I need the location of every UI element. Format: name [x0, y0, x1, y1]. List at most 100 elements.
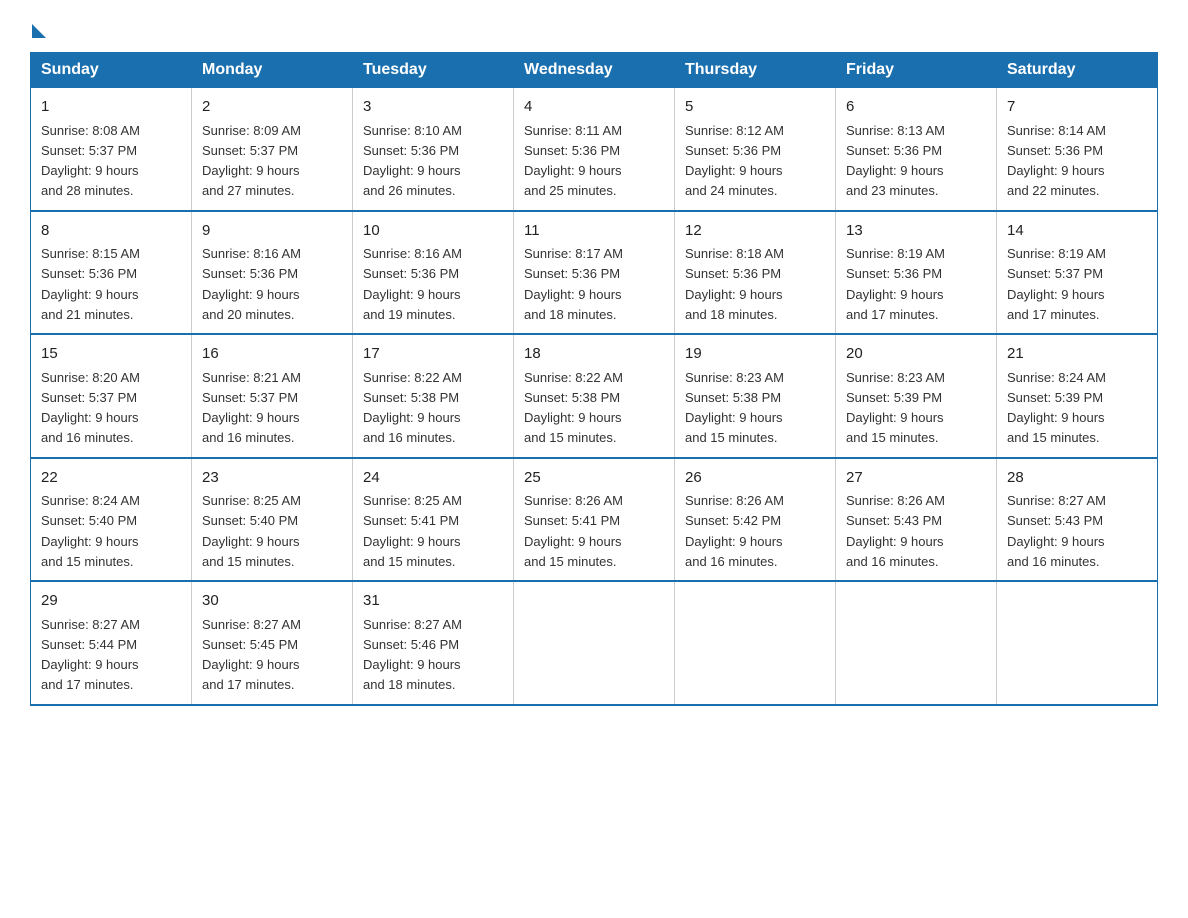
day-info: Sunrise: 8:27 AMSunset: 5:45 PMDaylight:… — [202, 617, 301, 693]
calendar-cell: 11 Sunrise: 8:17 AMSunset: 5:36 PMDaylig… — [514, 211, 675, 335]
calendar-cell — [836, 581, 997, 705]
calendar-cell: 19 Sunrise: 8:23 AMSunset: 5:38 PMDaylig… — [675, 334, 836, 458]
day-number: 30 — [202, 590, 342, 613]
header-day-saturday: Saturday — [997, 53, 1158, 88]
calendar-cell: 5 Sunrise: 8:12 AMSunset: 5:36 PMDayligh… — [675, 88, 836, 211]
header-day-sunday: Sunday — [31, 53, 192, 88]
calendar-cell: 10 Sunrise: 8:16 AMSunset: 5:36 PMDaylig… — [353, 211, 514, 335]
day-number: 21 — [1007, 343, 1147, 366]
calendar-cell: 15 Sunrise: 8:20 AMSunset: 5:37 PMDaylig… — [31, 334, 192, 458]
day-info: Sunrise: 8:23 AMSunset: 5:39 PMDaylight:… — [846, 370, 945, 446]
calendar-cell: 12 Sunrise: 8:18 AMSunset: 5:36 PMDaylig… — [675, 211, 836, 335]
calendar-cell: 23 Sunrise: 8:25 AMSunset: 5:40 PMDaylig… — [192, 458, 353, 582]
day-info: Sunrise: 8:16 AMSunset: 5:36 PMDaylight:… — [202, 246, 301, 322]
day-info: Sunrise: 8:20 AMSunset: 5:37 PMDaylight:… — [41, 370, 140, 446]
day-number: 5 — [685, 96, 825, 119]
calendar-cell: 20 Sunrise: 8:23 AMSunset: 5:39 PMDaylig… — [836, 334, 997, 458]
calendar-cell: 7 Sunrise: 8:14 AMSunset: 5:36 PMDayligh… — [997, 88, 1158, 211]
calendar-cell: 26 Sunrise: 8:26 AMSunset: 5:42 PMDaylig… — [675, 458, 836, 582]
calendar-body: 1 Sunrise: 8:08 AMSunset: 5:37 PMDayligh… — [31, 88, 1158, 705]
day-number: 10 — [363, 220, 503, 243]
header-day-monday: Monday — [192, 53, 353, 88]
logo — [30, 20, 46, 34]
calendar-cell: 31 Sunrise: 8:27 AMSunset: 5:46 PMDaylig… — [353, 581, 514, 705]
day-number: 11 — [524, 220, 664, 243]
day-number: 29 — [41, 590, 181, 613]
calendar-cell — [997, 581, 1158, 705]
day-info: Sunrise: 8:18 AMSunset: 5:36 PMDaylight:… — [685, 246, 784, 322]
day-info: Sunrise: 8:26 AMSunset: 5:42 PMDaylight:… — [685, 493, 784, 569]
day-number: 7 — [1007, 96, 1147, 119]
week-row-3: 15 Sunrise: 8:20 AMSunset: 5:37 PMDaylig… — [31, 334, 1158, 458]
calendar-cell: 3 Sunrise: 8:10 AMSunset: 5:36 PMDayligh… — [353, 88, 514, 211]
day-number: 18 — [524, 343, 664, 366]
day-info: Sunrise: 8:17 AMSunset: 5:36 PMDaylight:… — [524, 246, 623, 322]
calendar-cell: 8 Sunrise: 8:15 AMSunset: 5:36 PMDayligh… — [31, 211, 192, 335]
calendar-table: SundayMondayTuesdayWednesdayThursdayFrid… — [30, 52, 1158, 706]
day-number: 20 — [846, 343, 986, 366]
day-info: Sunrise: 8:15 AMSunset: 5:36 PMDaylight:… — [41, 246, 140, 322]
week-row-5: 29 Sunrise: 8:27 AMSunset: 5:44 PMDaylig… — [31, 581, 1158, 705]
calendar-header: SundayMondayTuesdayWednesdayThursdayFrid… — [31, 53, 1158, 88]
calendar-cell — [675, 581, 836, 705]
day-info: Sunrise: 8:14 AMSunset: 5:36 PMDaylight:… — [1007, 123, 1106, 199]
calendar-cell: 2 Sunrise: 8:09 AMSunset: 5:37 PMDayligh… — [192, 88, 353, 211]
day-number: 16 — [202, 343, 342, 366]
day-number: 28 — [1007, 467, 1147, 490]
calendar-cell: 29 Sunrise: 8:27 AMSunset: 5:44 PMDaylig… — [31, 581, 192, 705]
day-info: Sunrise: 8:24 AMSunset: 5:39 PMDaylight:… — [1007, 370, 1106, 446]
day-number: 6 — [846, 96, 986, 119]
day-number: 23 — [202, 467, 342, 490]
day-info: Sunrise: 8:21 AMSunset: 5:37 PMDaylight:… — [202, 370, 301, 446]
calendar-cell: 9 Sunrise: 8:16 AMSunset: 5:36 PMDayligh… — [192, 211, 353, 335]
calendar-cell: 6 Sunrise: 8:13 AMSunset: 5:36 PMDayligh… — [836, 88, 997, 211]
day-info: Sunrise: 8:19 AMSunset: 5:36 PMDaylight:… — [846, 246, 945, 322]
calendar-cell: 30 Sunrise: 8:27 AMSunset: 5:45 PMDaylig… — [192, 581, 353, 705]
calendar-cell: 18 Sunrise: 8:22 AMSunset: 5:38 PMDaylig… — [514, 334, 675, 458]
day-number: 14 — [1007, 220, 1147, 243]
day-number: 25 — [524, 467, 664, 490]
day-number: 8 — [41, 220, 181, 243]
day-info: Sunrise: 8:09 AMSunset: 5:37 PMDaylight:… — [202, 123, 301, 199]
calendar-cell: 16 Sunrise: 8:21 AMSunset: 5:37 PMDaylig… — [192, 334, 353, 458]
day-number: 17 — [363, 343, 503, 366]
day-info: Sunrise: 8:25 AMSunset: 5:40 PMDaylight:… — [202, 493, 301, 569]
day-number: 4 — [524, 96, 664, 119]
calendar-cell: 24 Sunrise: 8:25 AMSunset: 5:41 PMDaylig… — [353, 458, 514, 582]
day-number: 22 — [41, 467, 181, 490]
day-number: 9 — [202, 220, 342, 243]
day-info: Sunrise: 8:16 AMSunset: 5:36 PMDaylight:… — [363, 246, 462, 322]
calendar-cell: 13 Sunrise: 8:19 AMSunset: 5:36 PMDaylig… — [836, 211, 997, 335]
logo-triangle-icon — [32, 24, 46, 38]
calendar-cell: 27 Sunrise: 8:26 AMSunset: 5:43 PMDaylig… — [836, 458, 997, 582]
day-info: Sunrise: 8:10 AMSunset: 5:36 PMDaylight:… — [363, 123, 462, 199]
header-day-wednesday: Wednesday — [514, 53, 675, 88]
day-number: 1 — [41, 96, 181, 119]
day-number: 2 — [202, 96, 342, 119]
day-number: 13 — [846, 220, 986, 243]
day-number: 24 — [363, 467, 503, 490]
day-info: Sunrise: 8:19 AMSunset: 5:37 PMDaylight:… — [1007, 246, 1106, 322]
header-day-friday: Friday — [836, 53, 997, 88]
day-number: 26 — [685, 467, 825, 490]
day-number: 15 — [41, 343, 181, 366]
day-info: Sunrise: 8:08 AMSunset: 5:37 PMDaylight:… — [41, 123, 140, 199]
day-info: Sunrise: 8:27 AMSunset: 5:44 PMDaylight:… — [41, 617, 140, 693]
day-number: 19 — [685, 343, 825, 366]
day-info: Sunrise: 8:12 AMSunset: 5:36 PMDaylight:… — [685, 123, 784, 199]
day-info: Sunrise: 8:23 AMSunset: 5:38 PMDaylight:… — [685, 370, 784, 446]
day-info: Sunrise: 8:27 AMSunset: 5:46 PMDaylight:… — [363, 617, 462, 693]
day-info: Sunrise: 8:24 AMSunset: 5:40 PMDaylight:… — [41, 493, 140, 569]
header-day-thursday: Thursday — [675, 53, 836, 88]
calendar-cell: 21 Sunrise: 8:24 AMSunset: 5:39 PMDaylig… — [997, 334, 1158, 458]
calendar-cell: 4 Sunrise: 8:11 AMSunset: 5:36 PMDayligh… — [514, 88, 675, 211]
day-info: Sunrise: 8:11 AMSunset: 5:36 PMDaylight:… — [524, 123, 622, 199]
day-number: 27 — [846, 467, 986, 490]
day-number: 31 — [363, 590, 503, 613]
day-info: Sunrise: 8:22 AMSunset: 5:38 PMDaylight:… — [363, 370, 462, 446]
calendar-cell: 14 Sunrise: 8:19 AMSunset: 5:37 PMDaylig… — [997, 211, 1158, 335]
week-row-1: 1 Sunrise: 8:08 AMSunset: 5:37 PMDayligh… — [31, 88, 1158, 211]
calendar-cell: 22 Sunrise: 8:24 AMSunset: 5:40 PMDaylig… — [31, 458, 192, 582]
calendar-cell: 25 Sunrise: 8:26 AMSunset: 5:41 PMDaylig… — [514, 458, 675, 582]
calendar-cell: 1 Sunrise: 8:08 AMSunset: 5:37 PMDayligh… — [31, 88, 192, 211]
